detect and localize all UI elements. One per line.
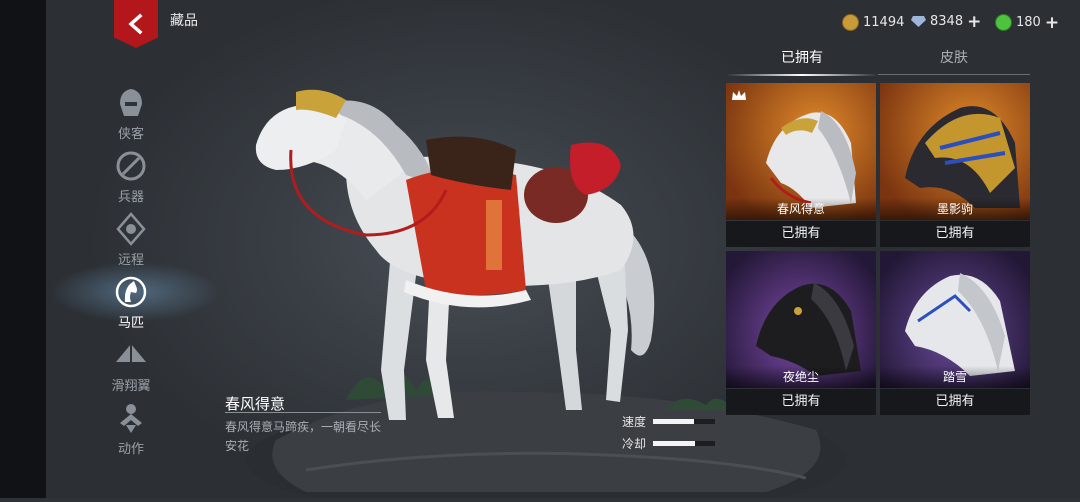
card-owned-status: 已拥有 [880,221,1030,247]
weapon-icon [116,151,146,181]
card-owned-status: 已拥有 [726,389,876,415]
jade-amount: 180 [1016,15,1041,30]
card-owned-status: 已拥有 [726,221,876,247]
add-diamond-button[interactable]: + [967,13,981,30]
tab-divider-line [878,74,1030,75]
ranged-icon [116,212,146,246]
diamond-icon [911,16,926,27]
tab-skins[interactable]: 皮肤 [878,44,1030,72]
horse-card-taxue[interactable]: 踏雪 已拥有 [880,251,1030,415]
title-divider [225,412,381,413]
diamond-amount: 8348 [930,14,964,29]
card-name: 夜绝尘 [726,366,876,388]
diamond-currency: 8348 + [910,13,981,30]
selected-horse-description: 春风得意马蹄疾，一朝看尽长安花 [225,420,382,453]
card-name: 春风得意 [726,198,876,220]
action-icon [120,404,142,433]
tab-owned[interactable]: 已拥有 [726,44,878,72]
cooldown-bar [653,441,715,446]
horse-icon [115,276,147,308]
card-name: 踏雪 [880,366,1030,388]
crown-icon [732,90,746,100]
chevron-left-icon [128,13,143,35]
nav-item-hero[interactable]: 侠客 [100,86,162,142]
page-title: 藏品 [170,13,198,29]
copper-coin-currency: 11494 [842,14,904,31]
nav-item-ranged[interactable]: 远程 [100,212,162,268]
stat-label-speed: 速度 [622,415,647,429]
jade-icon [995,14,1012,31]
tab-active-underline [726,74,878,76]
hero-helmet-icon [120,89,142,116]
speed-bar [653,419,715,424]
nav-item-glider[interactable]: 滑翔翼 [100,338,162,394]
add-jade-button[interactable]: + [1045,14,1059,31]
left-edge-bar [0,0,46,498]
card-name: 墨影驹 [880,198,1030,220]
jade-currency: 180 + [995,14,1059,31]
speed-bar-fill [653,419,694,424]
cooldown-bar-fill [653,441,696,446]
glider-icon [116,344,146,368]
stat-label-cooldown: 冷却 [622,437,647,451]
nav-item-weapon[interactable]: 兵器 [100,149,162,205]
selected-horse-title: 春风得意 [225,395,286,413]
copper-coin-amount: 11494 [863,15,905,30]
collection-tabs: 已拥有 皮肤 [726,44,1030,76]
copper-coin-icon [842,14,859,31]
horse-card-chunfengdeyi[interactable]: 春风得意 已拥有 [726,83,876,247]
horse-card-moyingju[interactable]: 墨影驹 已拥有 [880,83,1030,247]
nav-item-horse[interactable]: 马匹 [100,275,162,331]
card-owned-status: 已拥有 [880,389,1030,415]
nav-item-action[interactable]: 动作 [100,401,162,457]
horse-card-yejuechen[interactable]: 夜绝尘 已拥有 [726,251,876,415]
